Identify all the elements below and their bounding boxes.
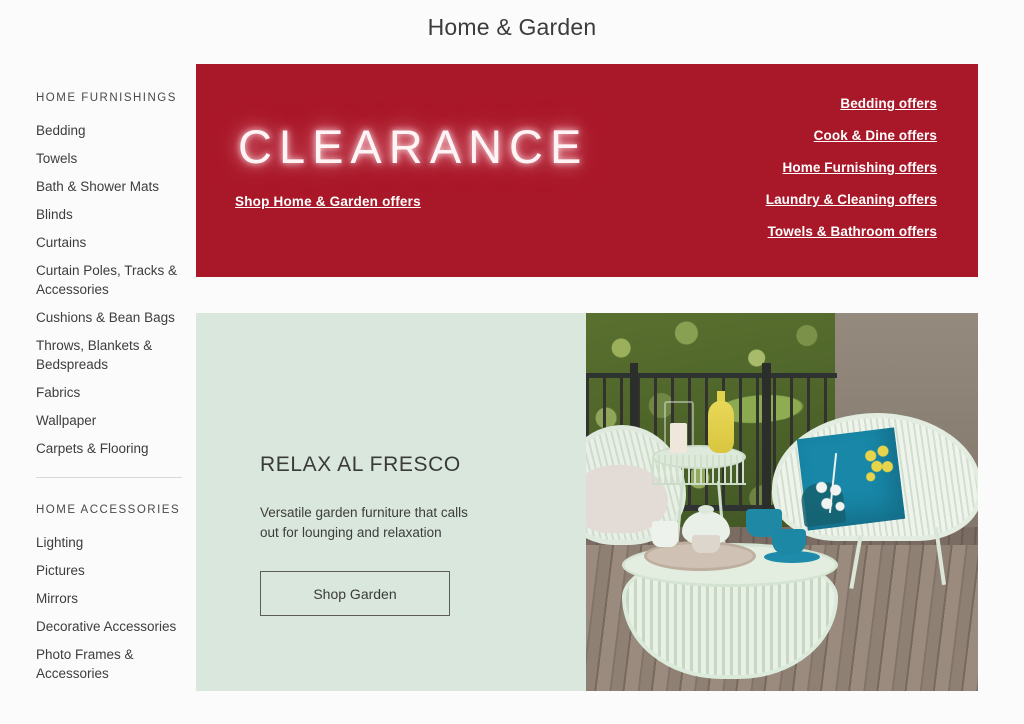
page-title: Home & Garden: [427, 14, 597, 40]
sidebar-item-throws-blankets-bedspreads[interactable]: Throws, Blankets & Bedspreads: [36, 336, 184, 374]
shop-garden-button[interactable]: Shop Garden: [260, 571, 450, 616]
sidebar-item-photo-frames-accessories[interactable]: Photo Frames & Accessories: [36, 645, 184, 683]
cushion-motif-white-berries: [807, 472, 853, 522]
promo-heading: RELAX AL FRESCO: [260, 453, 461, 476]
sidebar-item-wallpaper[interactable]: Wallpaper: [36, 411, 184, 430]
sidebar-item-decorative-accessories[interactable]: Decorative Accessories: [36, 617, 184, 636]
page-root: Home & Garden HOME FURNISHINGS Bedding T…: [0, 0, 1024, 724]
sidebar-item-towels[interactable]: Towels: [36, 149, 184, 168]
white-mug: [652, 521, 678, 547]
candle: [670, 423, 687, 453]
nav-group-title-home-accessories: HOME ACCESSORIES: [36, 504, 181, 516]
promo-text-block: RELAX AL FRESCO Versatile garden furnitu…: [260, 453, 590, 543]
sidebar-item-curtains[interactable]: Curtains: [36, 233, 184, 252]
teapot-lid: [698, 505, 714, 514]
promo-subtext: Versatile garden furniture that calls ou…: [260, 505, 468, 540]
relax-al-fresco-promo: RELAX AL FRESCO Versatile garden furnitu…: [196, 313, 978, 691]
offer-link-home-furnishing[interactable]: Home Furnishing offers: [783, 160, 937, 175]
nav-group-home-accessories: HOME ACCESSORIES Lighting Pictures Mirro…: [36, 504, 186, 683]
offer-links-list: Bedding offers Cook & Dine offers Home F…: [766, 96, 937, 239]
sidebar-item-curtain-poles-tracks-accessories[interactable]: Curtain Poles, Tracks & Accessories: [36, 261, 184, 299]
sidebar-divider: [36, 477, 182, 478]
cushion-motif-yellow-berries: [859, 441, 897, 485]
teal-cup: [772, 529, 806, 555]
sidebar-item-bath-shower-mats[interactable]: Bath & Shower Mats: [36, 177, 184, 196]
offer-link-laundry-cleaning[interactable]: Laundry & Cleaning offers: [766, 192, 937, 207]
category-sidebar: HOME FURNISHINGS Bedding Towels Bath & S…: [36, 92, 186, 692]
sidebar-item-pictures[interactable]: Pictures: [36, 561, 184, 580]
nav-group-title-home-furnishings: HOME FURNISHINGS: [36, 92, 177, 104]
nav-group-home-furnishings: HOME FURNISHINGS Bedding Towels Bath & S…: [36, 92, 186, 458]
offer-link-cook-dine[interactable]: Cook & Dine offers: [814, 128, 937, 143]
railing-top-bar: [586, 373, 837, 378]
sidebar-item-fabrics[interactable]: Fabrics: [36, 383, 184, 402]
offer-link-towels-bathroom[interactable]: Towels & Bathroom offers: [768, 224, 937, 239]
clearance-banner[interactable]: CLEARANCE Shop Home & Garden offers Bedd…: [196, 64, 978, 277]
grey-bowl: [692, 535, 720, 553]
sidebar-item-bedding[interactable]: Bedding: [36, 121, 184, 140]
sidebar-item-cushions-bean-bags[interactable]: Cushions & Bean Bags: [36, 308, 184, 327]
offer-link-bedding[interactable]: Bedding offers: [840, 96, 937, 111]
page-header: Home & Garden: [0, 0, 1024, 58]
sidebar-item-mirrors[interactable]: Mirrors: [36, 589, 184, 608]
shop-home-garden-offers-link[interactable]: Shop Home & Garden offers: [235, 194, 421, 209]
sidebar-item-carpets-flooring[interactable]: Carpets & Flooring: [36, 439, 184, 458]
sidebar-item-blinds[interactable]: Blinds: [36, 205, 184, 224]
clearance-headline: CLEARANCE: [238, 120, 589, 173]
yellow-vase: [708, 401, 734, 453]
sidebar-item-lighting[interactable]: Lighting: [36, 533, 184, 552]
railing-post-right: [762, 363, 771, 513]
side-table-rim: [652, 455, 746, 485]
garden-furniture-photo: [586, 313, 978, 691]
